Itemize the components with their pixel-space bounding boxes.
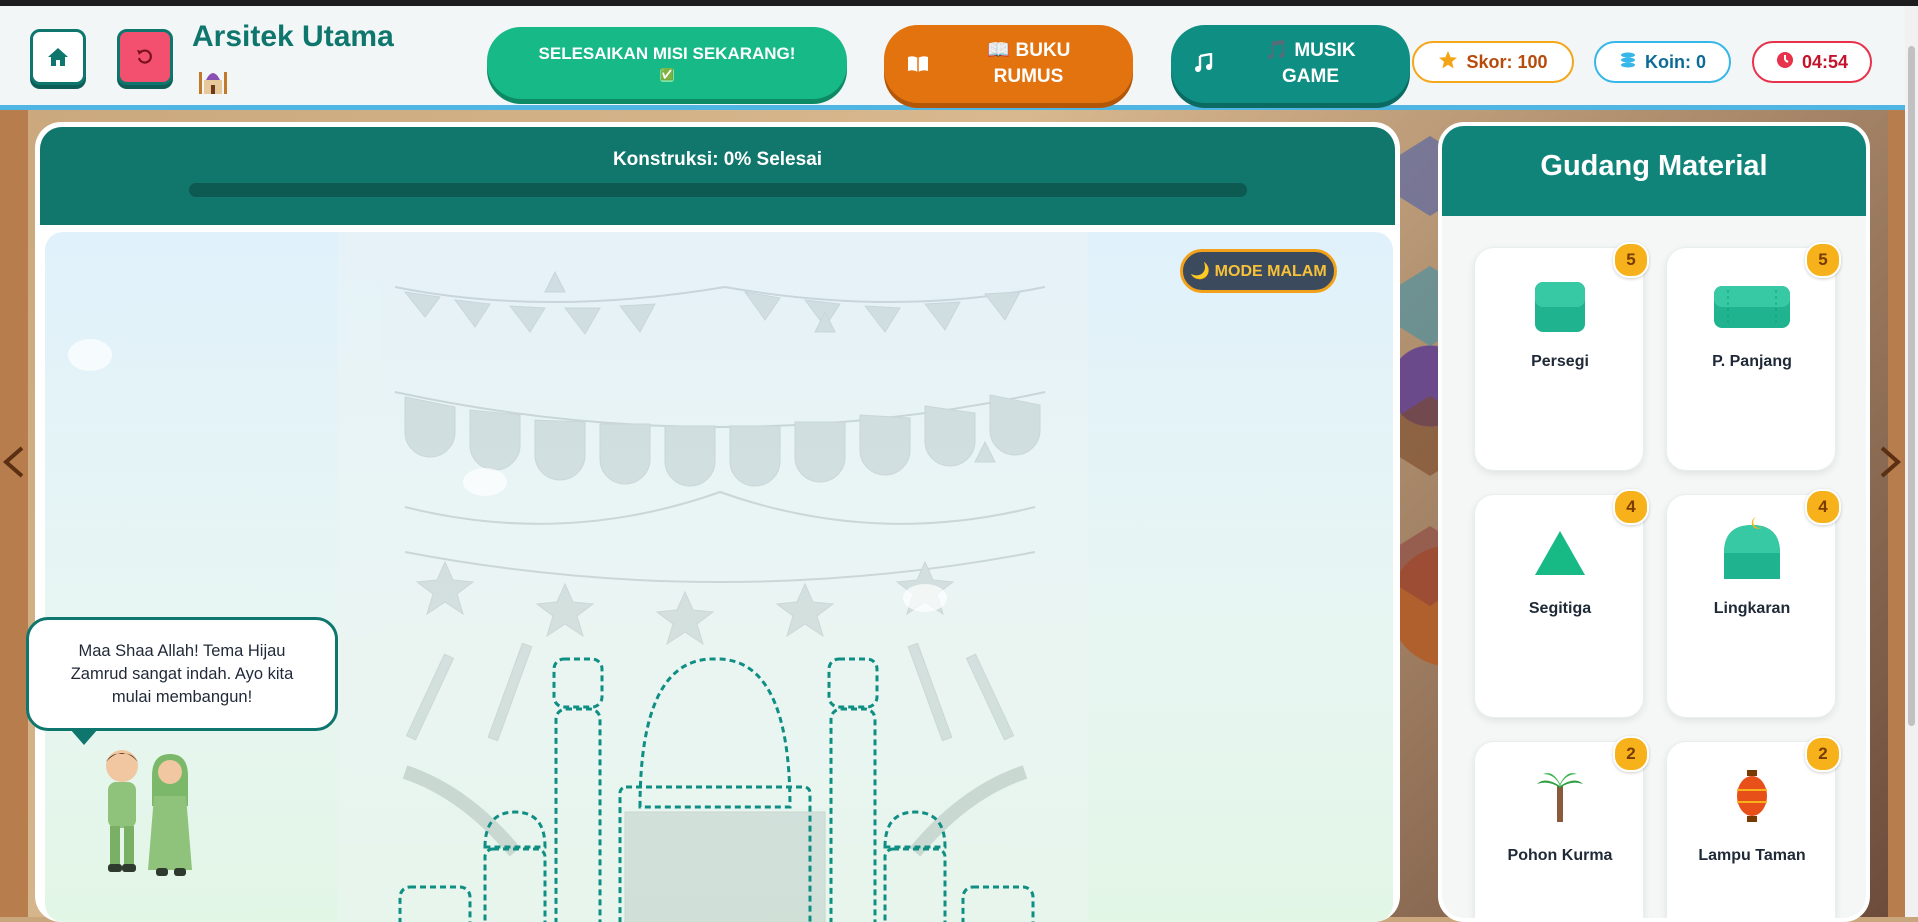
clock-icon <box>1776 51 1794 74</box>
scrollbar-thumb[interactable] <box>1908 46 1915 726</box>
reset-icon <box>137 49 152 64</box>
construction-progress-bar <box>189 183 1247 197</box>
material-card-pohon-kurma[interactable]: 2 Pohon Kurma <box>1474 736 1649 918</box>
dome-icon <box>1724 517 1780 579</box>
coin-value: 0 <box>1695 51 1706 72</box>
coins-icon <box>1619 51 1637 74</box>
game-music-label: 🎵 MUSIK GAME <box>1265 40 1356 87</box>
rectangle-icon <box>1714 286 1790 328</box>
reset-button[interactable] <box>117 29 173 85</box>
coin-label: Koin: <box>1644 51 1691 72</box>
warehouse-header: Gudang Material <box>1442 126 1866 216</box>
book-icon <box>906 53 930 79</box>
right-arrow-icon[interactable] <box>1876 444 1904 480</box>
material-name: Lingkaran <box>1713 600 1791 617</box>
score-value: 100 <box>1517 51 1548 72</box>
app-title: Arsitek Utama <box>192 20 394 53</box>
night-mode-label: 🌙 MODE MALAM <box>1190 263 1327 280</box>
material-card-segitiga[interactable]: 4 Segitiga <box>1474 489 1649 718</box>
stock-badge: 2 <box>1613 736 1649 772</box>
material-card-persegi-panjang[interactable]: 5 P. Panjang <box>1666 242 1841 471</box>
speech-bubble-tail <box>70 729 98 745</box>
material-name: Segitiga <box>1528 600 1592 617</box>
material-name: P. Panjang <box>1712 353 1792 370</box>
construction-progress-label: Konstruksi: 0% Selesai <box>612 149 823 170</box>
stock-badge: 4 <box>1805 489 1841 525</box>
score-display: Skor: 100 <box>1412 41 1574 83</box>
stock-badge: 4 <box>1613 489 1649 525</box>
lantern-icon <box>1737 770 1767 822</box>
speech-bubble: Maa Shaa Allah! Tema Hijau Zamrud sangat… <box>26 617 338 731</box>
construction-header: Konstruksi: 0% Selesai <box>40 127 1395 225</box>
night-mode-button[interactable]: 🌙 MODE MALAM <box>1180 249 1337 293</box>
stock-badge: 5 <box>1613 242 1649 278</box>
scrollbar[interactable] <box>1905 6 1918 917</box>
building-canvas[interactable]: 🌙 MODE MALAM <box>45 232 1393 922</box>
timer-display: 04:54 <box>1752 41 1872 83</box>
formula-book-label: 📖 BUKU RUMUS <box>986 40 1071 87</box>
festive-decoration-backdrop <box>68 232 1088 922</box>
game-music-button[interactable]: 🎵 MUSIK GAME <box>1171 25 1410 103</box>
timer-value: 04:54 <box>1801 51 1849 72</box>
material-card-lingkaran[interactable]: 4 Lingkaran <box>1666 489 1841 718</box>
formula-book-button[interactable]: 📖 BUKU RUMUS <box>884 25 1133 103</box>
check-icon: ✅ <box>660 68 674 82</box>
home-icon <box>48 48 68 66</box>
mission-label: SELESAIKAN MISI SEKARANG! <box>538 44 796 63</box>
palm-tree-icon <box>1537 773 1583 822</box>
construction-panel: Konstruksi: 0% Selesai 🌙 MODE MALAM <box>35 122 1400 922</box>
stock-badge: 5 <box>1805 242 1841 278</box>
music-icon <box>1193 52 1213 79</box>
material-name: Pohon Kurma <box>1507 847 1613 864</box>
top-header: Arsitek Utama SELESAIKAN MISI SEKARANG! … <box>0 6 1905 110</box>
square-icon <box>1535 282 1585 332</box>
stock-badge: 2 <box>1805 736 1841 772</box>
coin-display: Koin: 0 <box>1594 41 1731 83</box>
triangle-icon <box>1535 531 1585 575</box>
home-button[interactable] <box>30 29 86 85</box>
star-icon <box>1438 50 1458 75</box>
material-card-persegi[interactable]: 5 Persegi <box>1474 242 1649 471</box>
complete-mission-button[interactable]: SELESAIKAN MISI SEKARANG! ✅ <box>487 27 847 99</box>
score-label: Skor: <box>1466 51 1513 72</box>
warehouse-title: Gudang Material <box>1540 150 1768 182</box>
kids-characters <box>106 750 192 876</box>
material-name: Persegi <box>1531 353 1589 370</box>
left-arrow-icon[interactable] <box>0 444 28 480</box>
mosque-icon <box>196 64 230 94</box>
material-card-lampu-taman[interactable]: 2 Lampu Taman <box>1666 736 1841 918</box>
material-warehouse-panel: Gudang Material 5 Persegi 5 P. Panjang 4… <box>1438 122 1870 922</box>
material-name: Lampu Taman <box>1698 847 1806 864</box>
speech-text: Maa Shaa Allah! Tema Hijau Zamrud sangat… <box>70 641 294 706</box>
